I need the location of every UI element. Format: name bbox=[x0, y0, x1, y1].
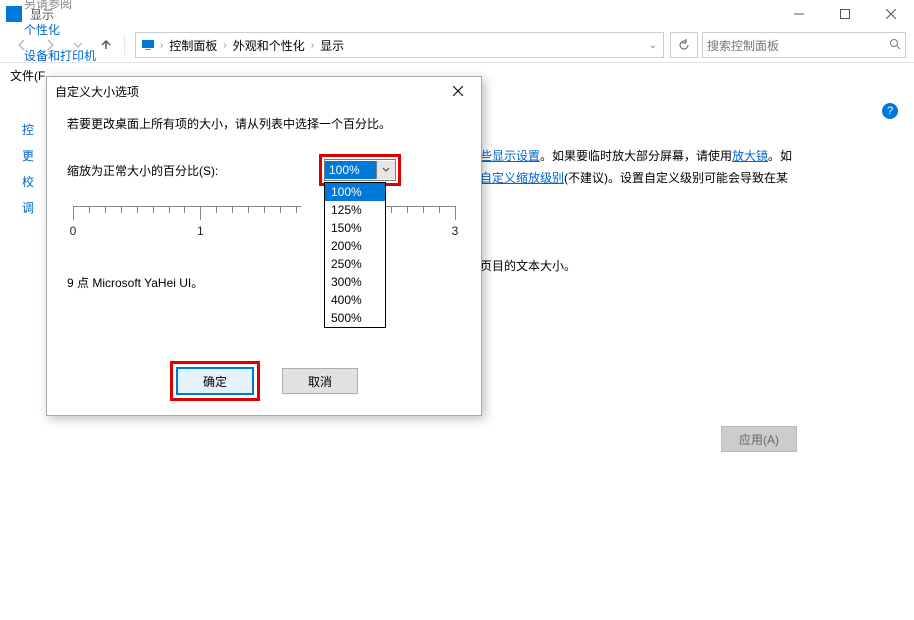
scale-option[interactable]: 125% bbox=[325, 201, 385, 219]
cancel-button[interactable]: 取消 bbox=[282, 368, 358, 394]
titlebar: 显示 bbox=[0, 0, 914, 28]
minimize-button[interactable] bbox=[776, 0, 822, 28]
body-text-2: 页目的文本大小。 bbox=[480, 257, 576, 274]
scale-combobox[interactable]: 100% bbox=[324, 159, 396, 181]
address-bar[interactable]: › 控制面板 › 外观和个性化 › 显示 ⌄ bbox=[135, 32, 664, 58]
scale-option[interactable]: 500% bbox=[325, 309, 385, 327]
ruler-label: 0 bbox=[70, 224, 77, 238]
scale-option[interactable]: 250% bbox=[325, 255, 385, 273]
link-devices-printers[interactable]: 设备和打印机 bbox=[24, 43, 96, 69]
custom-size-dialog: 自定义大小选项 若要更改桌面上所有项的大小，请从列表中选择一个百分比。 缩放为正… bbox=[46, 76, 482, 416]
dialog-description: 若要更改桌面上所有项的大小，请从列表中选择一个百分比。 bbox=[67, 115, 461, 132]
app-icon bbox=[6, 6, 22, 22]
dialog-title: 自定义大小选项 bbox=[55, 83, 139, 100]
body-text: 些显示设置。如果要临时放大部分屏幕，请使用放大镜。如 自定义缩放级别(不建议)。… bbox=[480, 145, 880, 189]
scale-option[interactable]: 150% bbox=[325, 219, 385, 237]
breadcrumb-item[interactable]: 外观和个性化 bbox=[227, 37, 311, 54]
menu-file[interactable]: 文件(F bbox=[10, 67, 45, 89]
chevron-down-icon[interactable]: ⌄ bbox=[649, 40, 657, 51]
scale-option[interactable]: 100% bbox=[325, 183, 385, 201]
sidebar-item[interactable]: 控 bbox=[22, 117, 34, 143]
sidebar-item[interactable]: 更 bbox=[22, 143, 34, 169]
refresh-button[interactable] bbox=[670, 32, 698, 58]
ruler[interactable]: 0 1 2 3 bbox=[73, 206, 455, 266]
see-also-header: 另请参阅 bbox=[24, 0, 96, 17]
dialog-titlebar: 自定义大小选项 bbox=[47, 77, 481, 105]
pc-icon bbox=[140, 37, 156, 53]
sidebar: 控 更 校 调 bbox=[22, 117, 34, 221]
scale-option[interactable]: 400% bbox=[325, 291, 385, 309]
see-also: 另请参阅 个性化 设备和打印机 bbox=[24, 0, 96, 69]
link-custom-scale[interactable]: 自定义缩放级别 bbox=[480, 171, 564, 185]
scale-value: 100% bbox=[325, 161, 376, 179]
sidebar-item[interactable]: 调 bbox=[22, 195, 34, 221]
scale-option[interactable]: 200% bbox=[325, 237, 385, 255]
navbar: › 控制面板 › 外观和个性化 › 显示 ⌄ 搜索控制面板 bbox=[0, 28, 914, 63]
search-placeholder: 搜索控制面板 bbox=[707, 37, 779, 54]
chevron-down-icon[interactable] bbox=[376, 161, 395, 179]
ok-button[interactable]: 确定 bbox=[176, 367, 254, 395]
maximize-button[interactable] bbox=[822, 0, 868, 28]
scale-label: 缩放为正常大小的百分比(S): bbox=[67, 162, 218, 179]
search-icon bbox=[889, 38, 901, 53]
highlight-ok: 确定 bbox=[170, 361, 260, 401]
breadcrumb-item[interactable]: 控制面板 bbox=[163, 37, 223, 54]
dialog-close-button[interactable] bbox=[443, 79, 473, 103]
close-button[interactable] bbox=[868, 0, 914, 28]
help-icon[interactable]: ? bbox=[882, 103, 898, 119]
ruler-label: 1 bbox=[197, 224, 204, 238]
sidebar-item[interactable]: 校 bbox=[22, 169, 34, 195]
link-display-settings[interactable]: 些显示设置 bbox=[480, 149, 540, 163]
scale-dropdown[interactable]: 100% 125% 150% 200% 250% 300% 400% 500% bbox=[324, 182, 386, 328]
link-personalization[interactable]: 个性化 bbox=[24, 17, 96, 43]
breadcrumb-item[interactable]: 显示 bbox=[314, 37, 350, 54]
apply-button: 应用(A) bbox=[721, 426, 797, 452]
search-input[interactable]: 搜索控制面板 bbox=[702, 32, 906, 58]
up-button[interactable] bbox=[92, 31, 120, 59]
ruler-label: 3 bbox=[452, 224, 459, 238]
sample-text: 9 点 Microsoft YaHei UI。 bbox=[67, 274, 461, 291]
scale-option[interactable]: 300% bbox=[325, 273, 385, 291]
link-magnifier[interactable]: 放大镜 bbox=[732, 149, 768, 163]
